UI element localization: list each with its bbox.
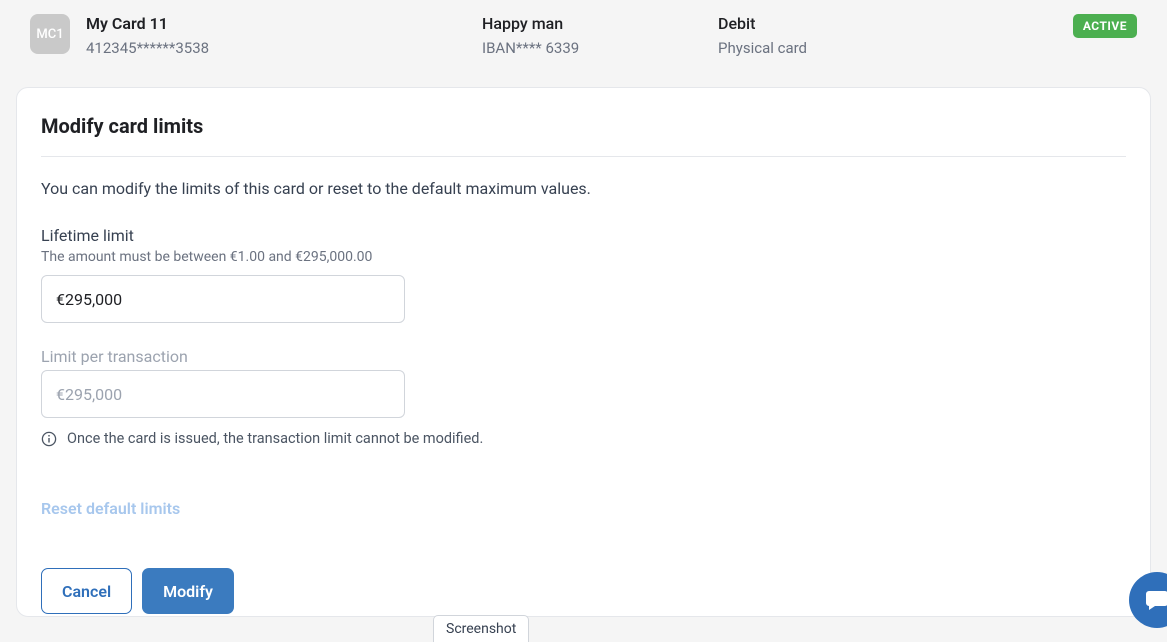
owner-name: Happy man — [482, 14, 702, 33]
reset-default-limits-link[interactable]: Reset default limits — [41, 499, 180, 518]
card-medium: Physical card — [718, 39, 988, 57]
card-kind: Debit — [718, 14, 988, 33]
per-transaction-input — [41, 370, 405, 418]
status-badge: ACTIVE — [1073, 14, 1137, 38]
lifetime-limit-hint: The amount must be between €1.00 and €29… — [41, 249, 1126, 265]
modify-button[interactable]: Modify — [142, 568, 234, 614]
card-name: My Card 11 — [86, 14, 466, 33]
card-type-col: Debit Physical card — [718, 14, 988, 57]
lifetime-limit-group: Lifetime limit The amount must be betwee… — [41, 226, 1126, 323]
per-transaction-info-text: Once the card is issued, the transaction… — [67, 430, 483, 447]
lifetime-limit-label: Lifetime limit — [41, 226, 1126, 245]
chat-icon — [1143, 586, 1167, 614]
lifetime-limit-input[interactable] — [41, 275, 405, 323]
owner-iban-masked: IBAN**** 6339 — [482, 39, 702, 57]
info-icon — [41, 431, 57, 447]
screenshot-tooltip: Screenshot — [433, 615, 529, 642]
per-transaction-group: Limit per transaction Once the card is i… — [41, 347, 1126, 447]
per-transaction-info-row: Once the card is issued, the transaction… — [41, 430, 1126, 447]
card-name-col: My Card 11 412345******3538 — [86, 14, 466, 57]
per-transaction-label: Limit per transaction — [41, 347, 1126, 366]
panel-title: Modify card limits — [41, 114, 1126, 138]
panel-description: You can modify the limits of this card o… — [41, 179, 1126, 198]
card-header: MC1 My Card 11 412345******3538 Happy ma… — [0, 0, 1167, 71]
owner-col: Happy man IBAN**** 6339 — [482, 14, 702, 57]
card-number-masked: 412345******3538 — [86, 39, 466, 57]
card-avatar: MC1 — [30, 14, 70, 54]
actions-row: Cancel Modify — [41, 568, 1126, 614]
panel-divider — [41, 156, 1126, 157]
cancel-button[interactable]: Cancel — [41, 568, 132, 614]
modify-limits-panel: Modify card limits You can modify the li… — [16, 87, 1151, 617]
